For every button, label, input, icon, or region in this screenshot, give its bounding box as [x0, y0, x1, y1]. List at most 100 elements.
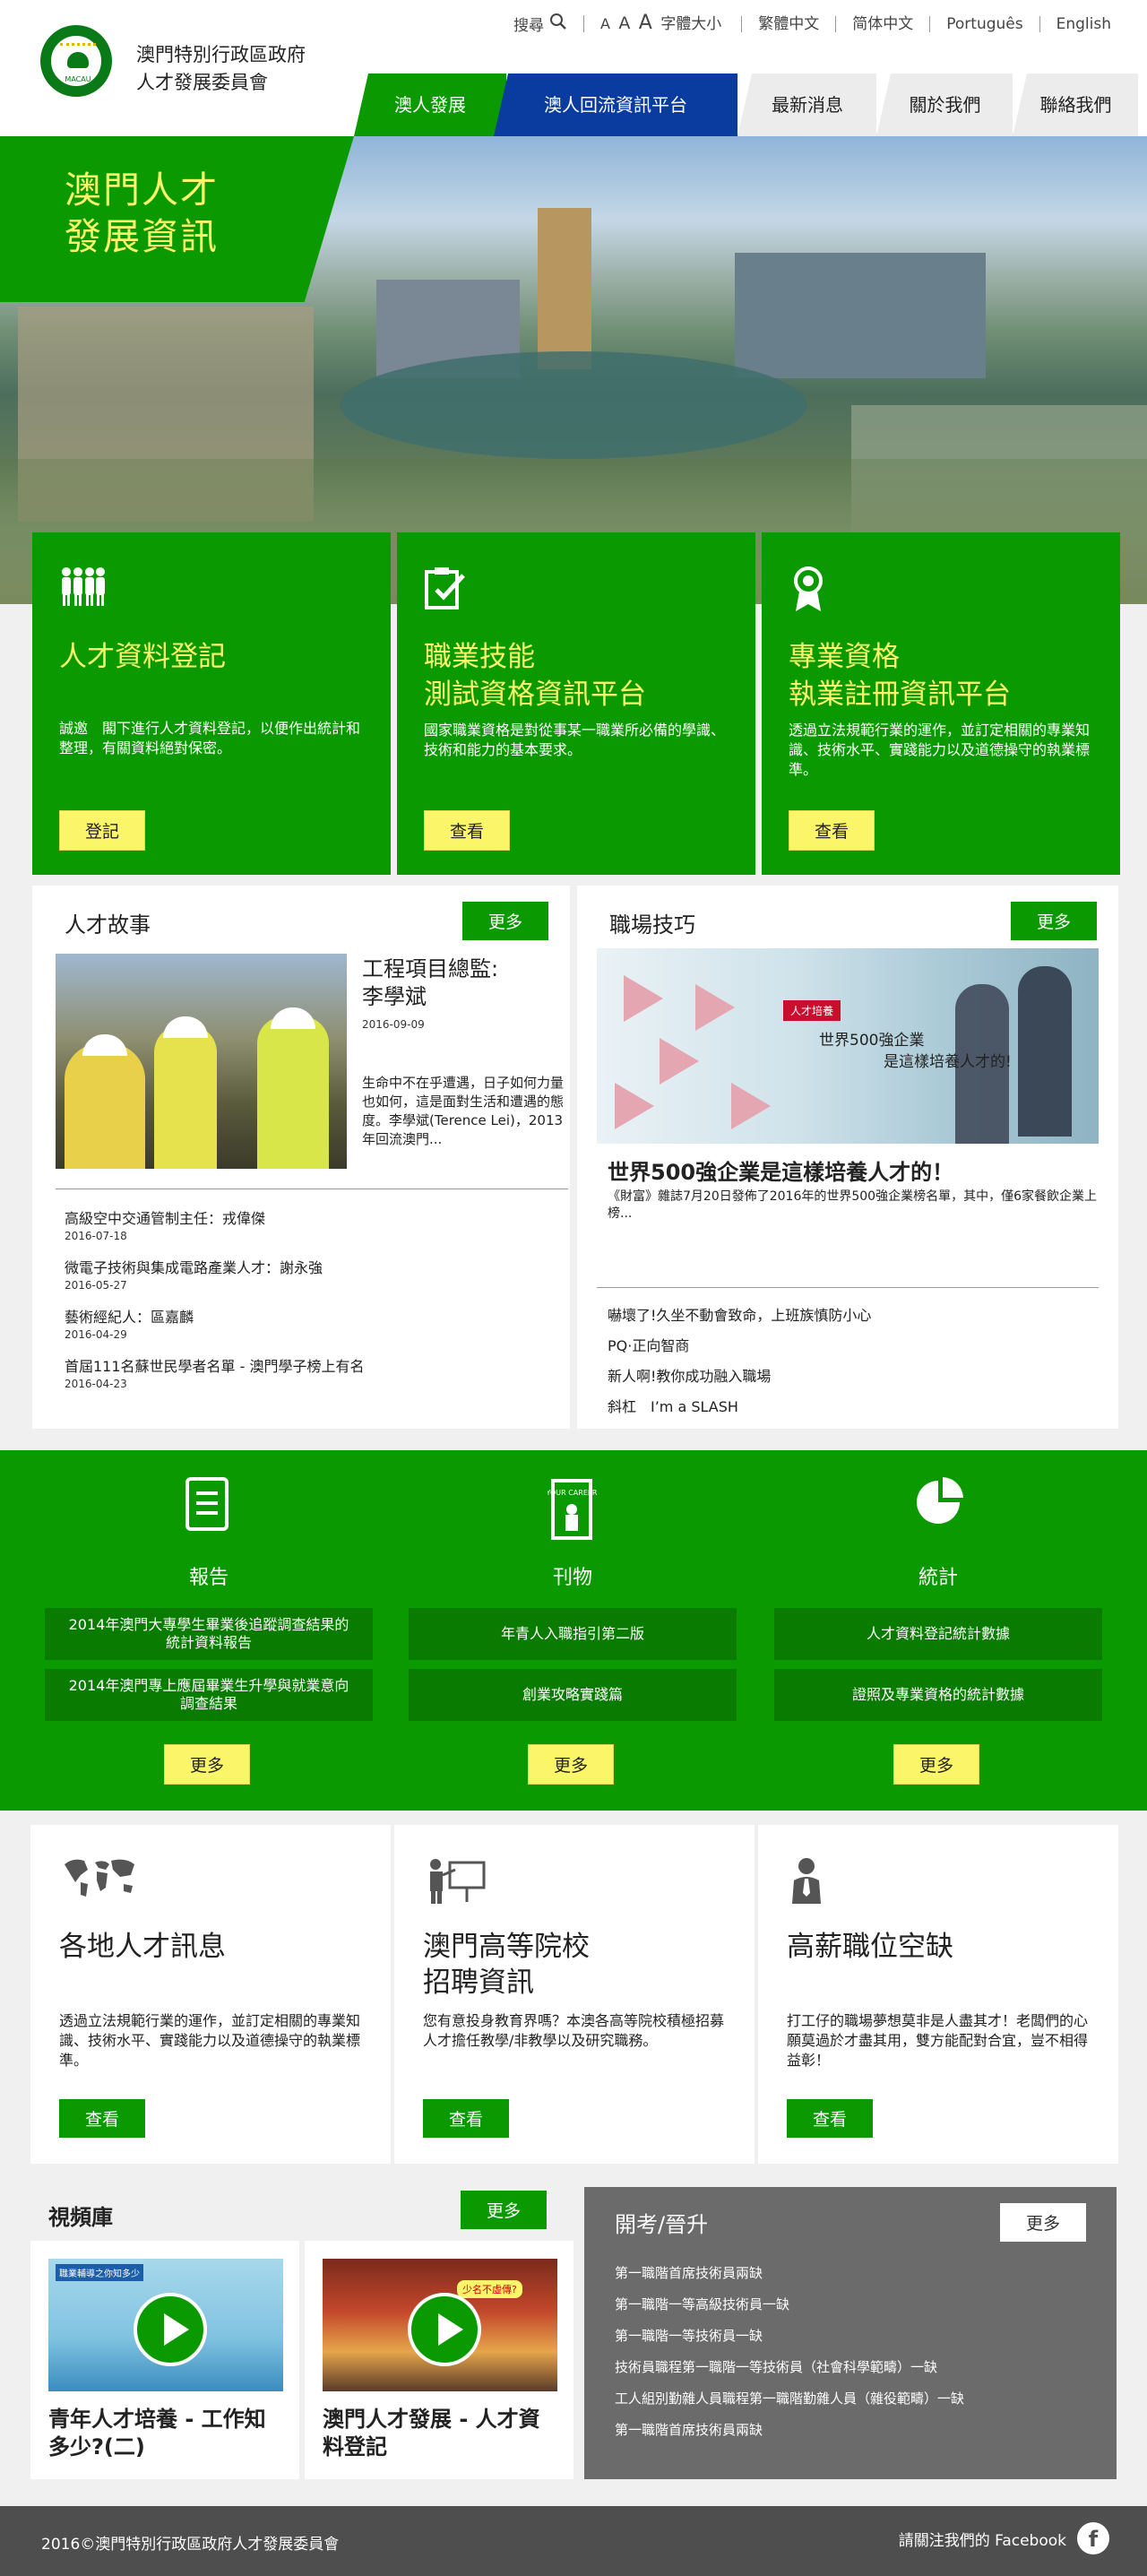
list-item[interactable]: 第一職階首席技術員兩缺	[615, 2264, 964, 2282]
list-item[interactable]: 藝術經紀人：區嘉麟 2016-04-29	[65, 1309, 566, 1343]
people-group-icon	[59, 565, 105, 609]
info-card-university-recruitment: 澳門高等院校 招聘資訊 您有意投身教育界嗎？本澳各高等院校積極招募人才擔任教學/…	[394, 1825, 755, 2164]
font-size-large[interactable]: A	[639, 12, 652, 34]
career-tips-headline[interactable]: 世界500強企業是這樣培養人才的！	[608, 1154, 953, 1186]
list-item[interactable]: 首屆111名蘇世民學者名單 - 澳門學子榜上有名 2016-04-23	[65, 1358, 566, 1392]
info-card-title: 澳門高等院校 招聘資訊	[423, 1929, 590, 2001]
world-map-icon	[61, 1855, 138, 1900]
book-icon: YOUR CAREER	[546, 1475, 598, 1540]
video-title[interactable]: 青年人才培養 - 工作知多少?(二)	[48, 2406, 283, 2461]
list-item-date: 2016-04-23	[65, 1378, 127, 1390]
publications-title: 刊物	[552, 1567, 592, 1589]
list-item[interactable]: 工人組別勤雜人員職程第一職階勤雜人員（雜役範疇）一缺	[615, 2390, 964, 2407]
report-item[interactable]: 2014年澳門專上應屆畢業生升學與就業意向調查結果	[45, 1669, 373, 1721]
list-item[interactable]: 技術員職程第一職階一等技術員（社會科學範疇）一缺	[615, 2358, 964, 2376]
lang-portuguese[interactable]: Português	[929, 15, 1039, 32]
info-card-regional-talent: 各地人才訊息 透過立法規範行業的運作，並訂定相關的專業知識、技術水平、實踐能力以…	[30, 1825, 391, 2164]
pie-chart-icon	[913, 1475, 963, 1538]
headline-line1: 工程項目總監:	[362, 956, 499, 981]
lang-simplified-chinese[interactable]: 简体中文	[835, 15, 929, 32]
report-item[interactable]: 2014年澳門大專學生畢業後追蹤調查結果的統計資料報告	[45, 1608, 373, 1660]
lang-traditional-chinese[interactable]: 繁體中文	[741, 15, 835, 32]
main-nav: 澳人發展 澳人回流資訊平台 最新消息 關於我們 聯絡我們	[354, 73, 1138, 136]
headline-line2: 李學斌	[362, 984, 427, 1009]
list-item-date: 2016-04-29	[65, 1328, 127, 1341]
site-title[interactable]: 澳門特別行政區政府 人才發展委員會	[136, 41, 306, 97]
view-regional-talent-button[interactable]: 查看	[59, 2099, 145, 2138]
publication-item[interactable]: 年青人入職指引第二版	[409, 1608, 737, 1660]
hero-title-line2: 發展資訊	[65, 215, 219, 258]
search-icon[interactable]	[549, 13, 567, 35]
career-tips-panel: 職場技巧 更多 人才培養 世界500強企業 是這樣培養人才的! 世界500強企業…	[577, 886, 1118, 1429]
talent-story-summary: 生命中不在乎遭遇，日子如何力量也如何，這是面對生活和遭遇的態度。李學斌(Tere…	[362, 1075, 565, 1147]
search-button[interactable]: 搜尋	[513, 13, 583, 35]
hero-title: 澳門人才 發展資訊	[65, 167, 219, 260]
nav-tab-about[interactable]: 關於我們	[876, 73, 1013, 136]
photo-tag: 人才培養	[783, 1000, 841, 1021]
play-icon[interactable]	[134, 2293, 207, 2366]
career-tips-photo[interactable]: 人才培養 世界500強企業 是這樣培養人才的!	[597, 948, 1099, 1144]
nav-tab-macau-development[interactable]: 澳人發展	[354, 73, 506, 136]
talent-story-more-button[interactable]: 更多	[462, 902, 548, 940]
video-card[interactable]: 職業輔導之你知多少 青年人才培養 - 工作知多少?(二)	[30, 2241, 299, 2479]
site-title-line1: 澳門特別行政區政府	[136, 44, 306, 65]
feature-title: 人才資料登記	[59, 638, 226, 676]
macau-emblem-logo[interactable]: MACAU	[40, 25, 112, 97]
font-size-small[interactable]: A	[600, 15, 610, 32]
view-professional-button[interactable]: 查看	[789, 810, 875, 851]
exam-promotion-more-button[interactable]: 更多	[1000, 2203, 1086, 2242]
site-footer: 2016©澳門特別行政區政府人才發展委員會 請關注我們的 Facebook f	[0, 2506, 1147, 2576]
talent-story-photo[interactable]	[56, 954, 347, 1169]
video-thumbnail[interactable]: 少名不虛傳?	[323, 2259, 557, 2391]
facebook-icon[interactable]: f	[1077, 2522, 1109, 2554]
nav-tab-return-platform[interactable]: 澳人回流資訊平台	[494, 73, 737, 136]
video-library-heading: 視頻庫	[48, 2205, 113, 2230]
list-item[interactable]: 斜杠 I’m a SLASH	[608, 1398, 871, 1416]
info-card-title-line1: 各地人才訊息	[59, 1931, 226, 1963]
video-library-more-button[interactable]: 更多	[461, 2191, 547, 2229]
statistics-more-button[interactable]: 更多	[893, 1744, 979, 1785]
statistics-item[interactable]: 證照及專業資格的統計數據	[774, 1669, 1102, 1721]
reports-more-button[interactable]: 更多	[164, 1744, 250, 1785]
info-card-desc: 您有意投身教育界嗎？本澳各高等院校積極招募人才擔任教學/非教學以及研究職務。	[423, 2012, 725, 2049]
video-title[interactable]: 澳門人才發展 - 人才資料登記	[323, 2406, 557, 2461]
list-item[interactable]: 第一職階一等高級技術員一缺	[615, 2295, 964, 2313]
list-item[interactable]: 微電子技術與集成電路產業人才：謝永強 2016-05-27	[65, 1259, 566, 1293]
list-item[interactable]: 新人啊!教你成功融入職場	[608, 1368, 871, 1386]
font-size-medium[interactable]: A	[618, 13, 630, 33]
lang-english[interactable]: English	[1039, 15, 1127, 32]
view-vocational-button[interactable]: 查看	[424, 810, 510, 851]
view-high-salary-button[interactable]: 查看	[787, 2099, 873, 2138]
statistics-item[interactable]: 人才資料登記統計數據	[774, 1608, 1102, 1660]
play-icon[interactable]	[408, 2293, 481, 2366]
nav-tab-contact[interactable]: 聯絡我們	[1013, 73, 1138, 136]
view-university-recruitment-button[interactable]: 查看	[423, 2099, 509, 2138]
register-button[interactable]: 登記	[59, 810, 145, 851]
publication-item[interactable]: 創業攻略實踐篇	[409, 1669, 737, 1721]
list-item-title: 藝術經紀人：區嘉麟	[65, 1309, 194, 1326]
list-item[interactable]: 高級空中交通管制主任：戎偉傑 2016-07-18	[65, 1210, 566, 1244]
photo-text-line2: 是這樣培養人才的!	[884, 1053, 1012, 1071]
nav-tab-news[interactable]: 最新消息	[737, 73, 876, 136]
publications-more-button[interactable]: 更多	[528, 1744, 614, 1785]
talent-story-headline[interactable]: 工程項目總監: 李學斌	[362, 955, 498, 1011]
career-tips-list: 嚇壞了!久坐不動會致命，上班族慎防小心 PQ·正向智商 新人啊!教你成功融入職場…	[608, 1307, 871, 1429]
award-ribbon-icon	[789, 565, 833, 611]
video-card[interactable]: 少名不虛傳? 澳門人才發展 - 人才資料登記	[305, 2241, 574, 2479]
facebook-label: 請關注我們的 Facebook	[898, 2531, 1066, 2550]
career-tips-more-button[interactable]: 更多	[1011, 902, 1097, 940]
list-item[interactable]: PQ·正向智商	[608, 1337, 871, 1355]
list-item-title: 高級空中交通管制主任：戎偉傑	[65, 1210, 266, 1227]
feature-desc: 誠邀 閣下進行人才資料登記，以便作出統計和整理，有關資料絕對保密。	[59, 720, 361, 756]
thumbnail-caption: 少名不虛傳?	[457, 2280, 522, 2298]
list-item[interactable]: 第一職階一等技術員一缺	[615, 2327, 964, 2345]
list-item[interactable]: 嚇壞了!久坐不動會致命，上班族慎防小心	[608, 1307, 871, 1325]
info-card-high-salary-jobs: 高薪職位空缺 打工仔的職場夢想莫非是人盡其才！老闆們的心願莫過於才盡其用，雙方能…	[758, 1825, 1118, 2164]
talent-story-list: 高級空中交通管制主任：戎偉傑 2016-07-18 微電子技術與集成電路產業人才：…	[65, 1210, 566, 1407]
list-item[interactable]: 第一職階首席技術員兩缺	[615, 2421, 964, 2439]
publications-section: 報告 2014年澳門大專學生畢業後追蹤調查結果的統計資料報告 2014年澳門專上…	[0, 1450, 1147, 1811]
feature-title-line1: 專業資格	[789, 641, 900, 673]
info-card-title-line1: 高薪職位空缺	[787, 1931, 953, 1963]
facebook-link[interactable]: 請關注我們的 Facebook f	[899, 2522, 1109, 2554]
video-thumbnail[interactable]: 職業輔導之你知多少	[48, 2259, 283, 2391]
